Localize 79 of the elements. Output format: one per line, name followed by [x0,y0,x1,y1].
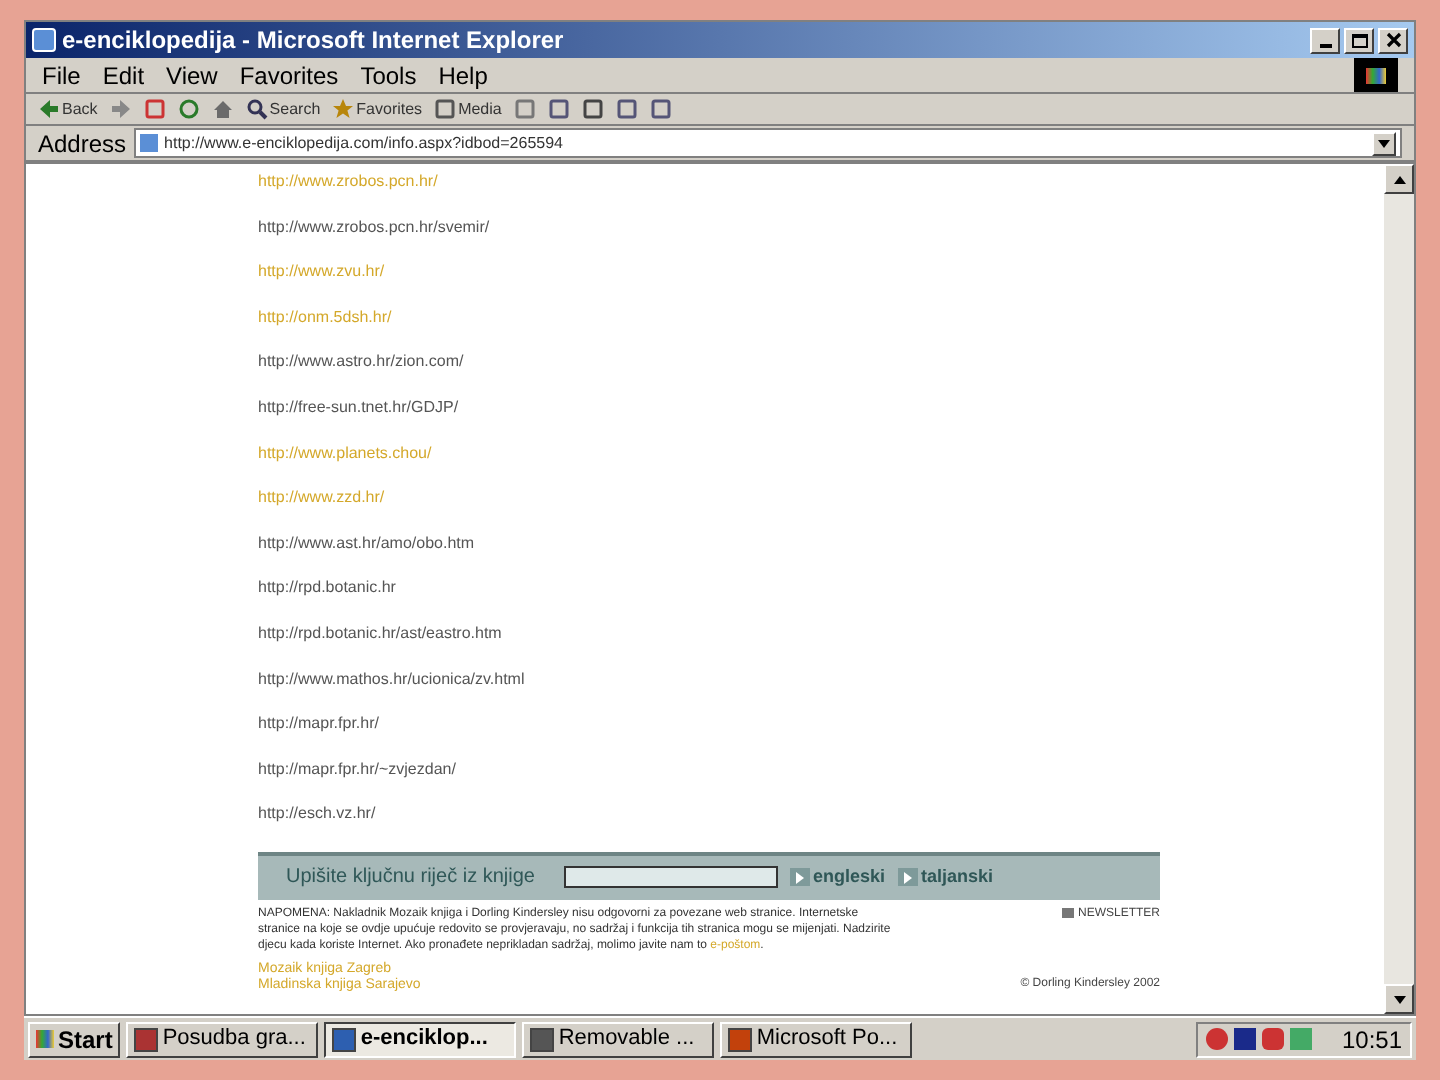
toolbar-button[interactable] [615,98,638,120]
windows-logo-icon [36,1030,54,1048]
link[interactable]: http://www.zrobos.pcn.hr/svemir/ [258,217,1160,237]
address-label: Address [38,127,127,161]
address-field[interactable]: http://www.e-enciklopedija.com/info.aspx?idbod=265594 [134,128,1402,158]
arrow-icon [38,98,60,120]
link[interactable]: http://www.astro.hr/zion.com/ [258,352,1160,372]
language-button[interactable]: taljanski [897,864,994,892]
link[interactable]: http://mapr.fpr.hr/ [258,714,1160,734]
task-icon [134,1027,159,1051]
link[interactable]: http://rpd.botanic.hr [258,578,1160,598]
play-icon [899,869,916,886]
task-icon [332,1027,357,1051]
toolbar-icon [547,98,570,120]
link[interactable]: http://free-sun.tnet.hr/GDJP/ [258,397,1160,418]
menu-item[interactable]: Help [438,57,488,93]
toolbar-button[interactable] [649,98,672,120]
toolbar-button[interactable] [177,98,200,120]
link[interactable]: http://rpd.botanic.hr/ast/eastro.htm [258,623,1160,644]
tray-icon [1205,1028,1228,1050]
toolbar-button[interactable] [547,98,570,120]
language-button[interactable]: engleski [789,864,886,892]
refresh-icon [177,98,200,120]
maximize-button[interactable] [1344,27,1374,53]
menu-item[interactable]: Edit [102,57,145,93]
play-icon [791,869,807,886]
taskbar-button[interactable]: Posudba gra... [126,1021,319,1057]
task-icon [728,1027,753,1051]
toolbar-icon [615,98,638,120]
caret-icon [1376,135,1392,151]
toolbar-button[interactable] [143,98,166,120]
scroll-down-button[interactable] [1384,984,1414,1014]
windows-logo-icon [1354,58,1398,92]
caret-icon [1391,171,1407,187]
window-title: e-enciklopedija - Microsoft Internet Explorer [62,24,564,58]
toolbar-button[interactable] [211,98,234,120]
menu-item[interactable]: Tools [360,57,417,93]
scroll-up-button[interactable] [1384,164,1414,194]
tray-icon [1289,1028,1312,1050]
toolbar-button[interactable]: Media [434,97,502,121]
minimize-button[interactable] [1310,27,1340,53]
house-icon [211,98,234,120]
start-button[interactable]: Start [28,1021,121,1057]
search-icon [245,98,268,120]
star-icon [332,98,355,120]
scrollbar[interactable] [1384,164,1414,1014]
menu-item[interactable]: File [42,57,81,93]
link[interactable]: http://mapr.fpr.hr/~zvjezdan/ [258,759,1160,779]
taskbar-button[interactable]: Removable ... [522,1021,715,1057]
task-icon [530,1027,555,1051]
toolbar-button[interactable]: Back [38,97,98,121]
close-button[interactable] [1378,27,1408,53]
caret-icon [1391,991,1407,1007]
menu-item[interactable]: Favorites [239,57,339,93]
taskbar-button[interactable]: e-enciklop... [324,1021,517,1057]
link[interactable]: http://www.mathos.hr/ucionica/zv.html [258,669,1160,689]
tray-icon [1261,1028,1284,1050]
taskbar-button[interactable]: Microsoft Po... [720,1021,913,1057]
search-field[interactable] [563,866,777,889]
arrow-icon [109,98,132,120]
dropdown-button[interactable] [1372,131,1396,155]
toolbar-button[interactable] [581,98,604,120]
clock: 10:51 [1341,1023,1402,1057]
link[interactable]: http://www.ast.hr/amo/obo.htm [258,533,1160,553]
toolbar-button[interactable]: Search [245,97,321,121]
close-icon [1385,31,1401,47]
tray-icon [1233,1028,1256,1050]
menu-item[interactable]: View [166,57,218,93]
toolbar-icon [513,98,536,120]
search-label: Upišite ključnu riječ iz knjige [286,864,535,893]
toolbar-icon [434,98,457,120]
toolbar-button[interactable]: Favorites [332,97,423,121]
toolbar-button[interactable] [513,98,536,120]
page-icon [140,134,159,152]
link[interactable]: http://esch.vz.hr/ [258,804,1160,824]
toolbar-icon [649,98,672,120]
printer-icon [581,98,604,120]
stop-icon [143,98,166,120]
browser-icon [32,28,56,52]
